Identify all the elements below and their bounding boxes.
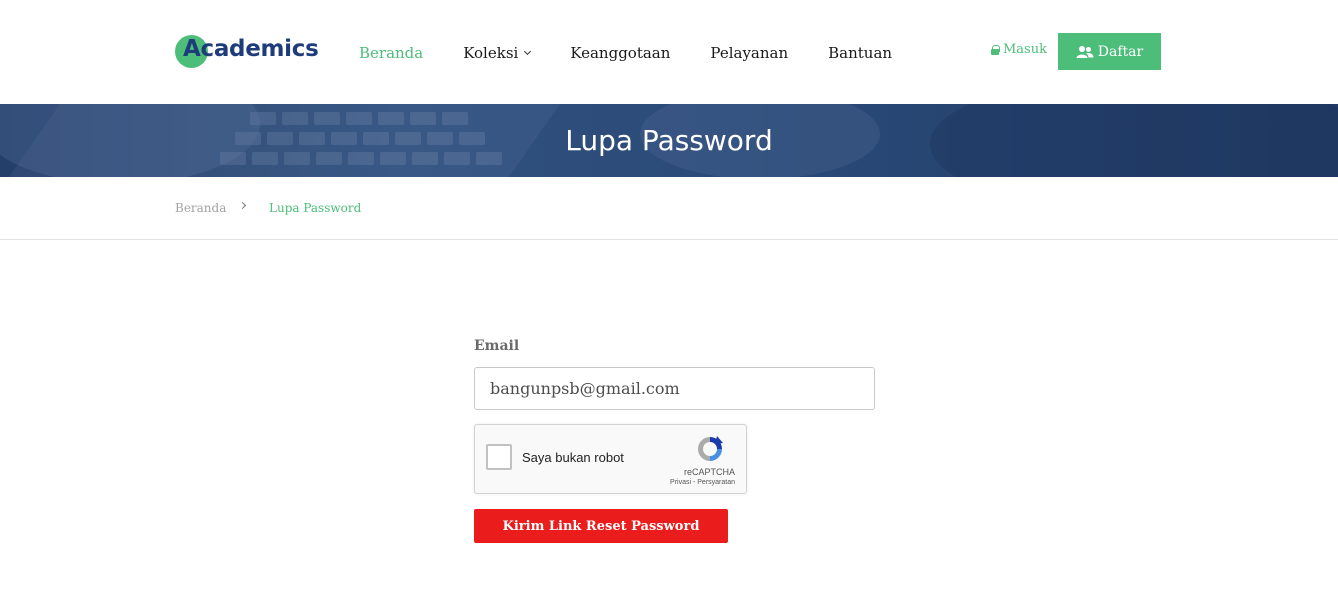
nav-item-beranda[interactable]: Beranda xyxy=(359,42,423,64)
site-header: Academics Beranda Koleksi Keanggotaan Pe… xyxy=(0,0,1338,104)
nav-item-label: Pelayanan xyxy=(710,44,789,62)
login-label: Masuk xyxy=(1003,42,1047,57)
academics-logo[interactable]: Academics xyxy=(175,35,319,69)
nav-item-label: Bantuan xyxy=(828,44,893,62)
register-button[interactable]: Daftar xyxy=(1058,33,1161,70)
nav-item-bantuan[interactable]: Bantuan xyxy=(828,42,892,64)
main-nav: Beranda Koleksi Keanggotaan Pelayanan Ba… xyxy=(359,42,932,64)
recaptcha-widget: Saya bukan robot reCAPTCHA Privasi - Per… xyxy=(474,424,747,494)
email-label: Email xyxy=(474,338,520,354)
email-field[interactable] xyxy=(474,367,875,410)
lock-icon xyxy=(991,44,1000,55)
recaptcha-label: Saya bukan robot xyxy=(522,450,624,465)
login-link[interactable]: Masuk xyxy=(991,42,1047,57)
logo-text: Academics xyxy=(183,36,319,62)
users-icon xyxy=(1076,45,1094,58)
recaptcha-icon xyxy=(698,436,723,461)
nav-item-label: Beranda xyxy=(359,44,424,62)
chevron-down-icon xyxy=(524,47,532,55)
recaptcha-checkbox[interactable] xyxy=(486,444,512,470)
nav-item-keanggotaan[interactable]: Keanggotaan xyxy=(570,42,670,64)
send-reset-link-button[interactable]: Kirim Link Reset Password xyxy=(474,509,728,543)
breadcrumb: Beranda Lupa Password xyxy=(0,177,1338,240)
nav-item-pelayanan[interactable]: Pelayanan xyxy=(710,42,788,64)
nav-item-label: Koleksi xyxy=(463,44,519,62)
page-title: Lupa Password xyxy=(565,124,773,157)
register-label: Daftar xyxy=(1097,43,1144,60)
recaptcha-terms-link[interactable]: Privasi - Persyaratan xyxy=(625,479,735,486)
breadcrumb-home-link[interactable]: Beranda xyxy=(175,201,226,215)
nav-item-koleksi[interactable]: Koleksi xyxy=(463,42,532,64)
breadcrumb-current: Lupa Password xyxy=(269,201,362,215)
page-banner: Lupa Password xyxy=(0,104,1338,177)
nav-item-label: Keanggotaan xyxy=(570,44,671,62)
recaptcha-brand: reCAPTCHA xyxy=(683,467,735,477)
chevron-right-icon xyxy=(238,201,247,210)
